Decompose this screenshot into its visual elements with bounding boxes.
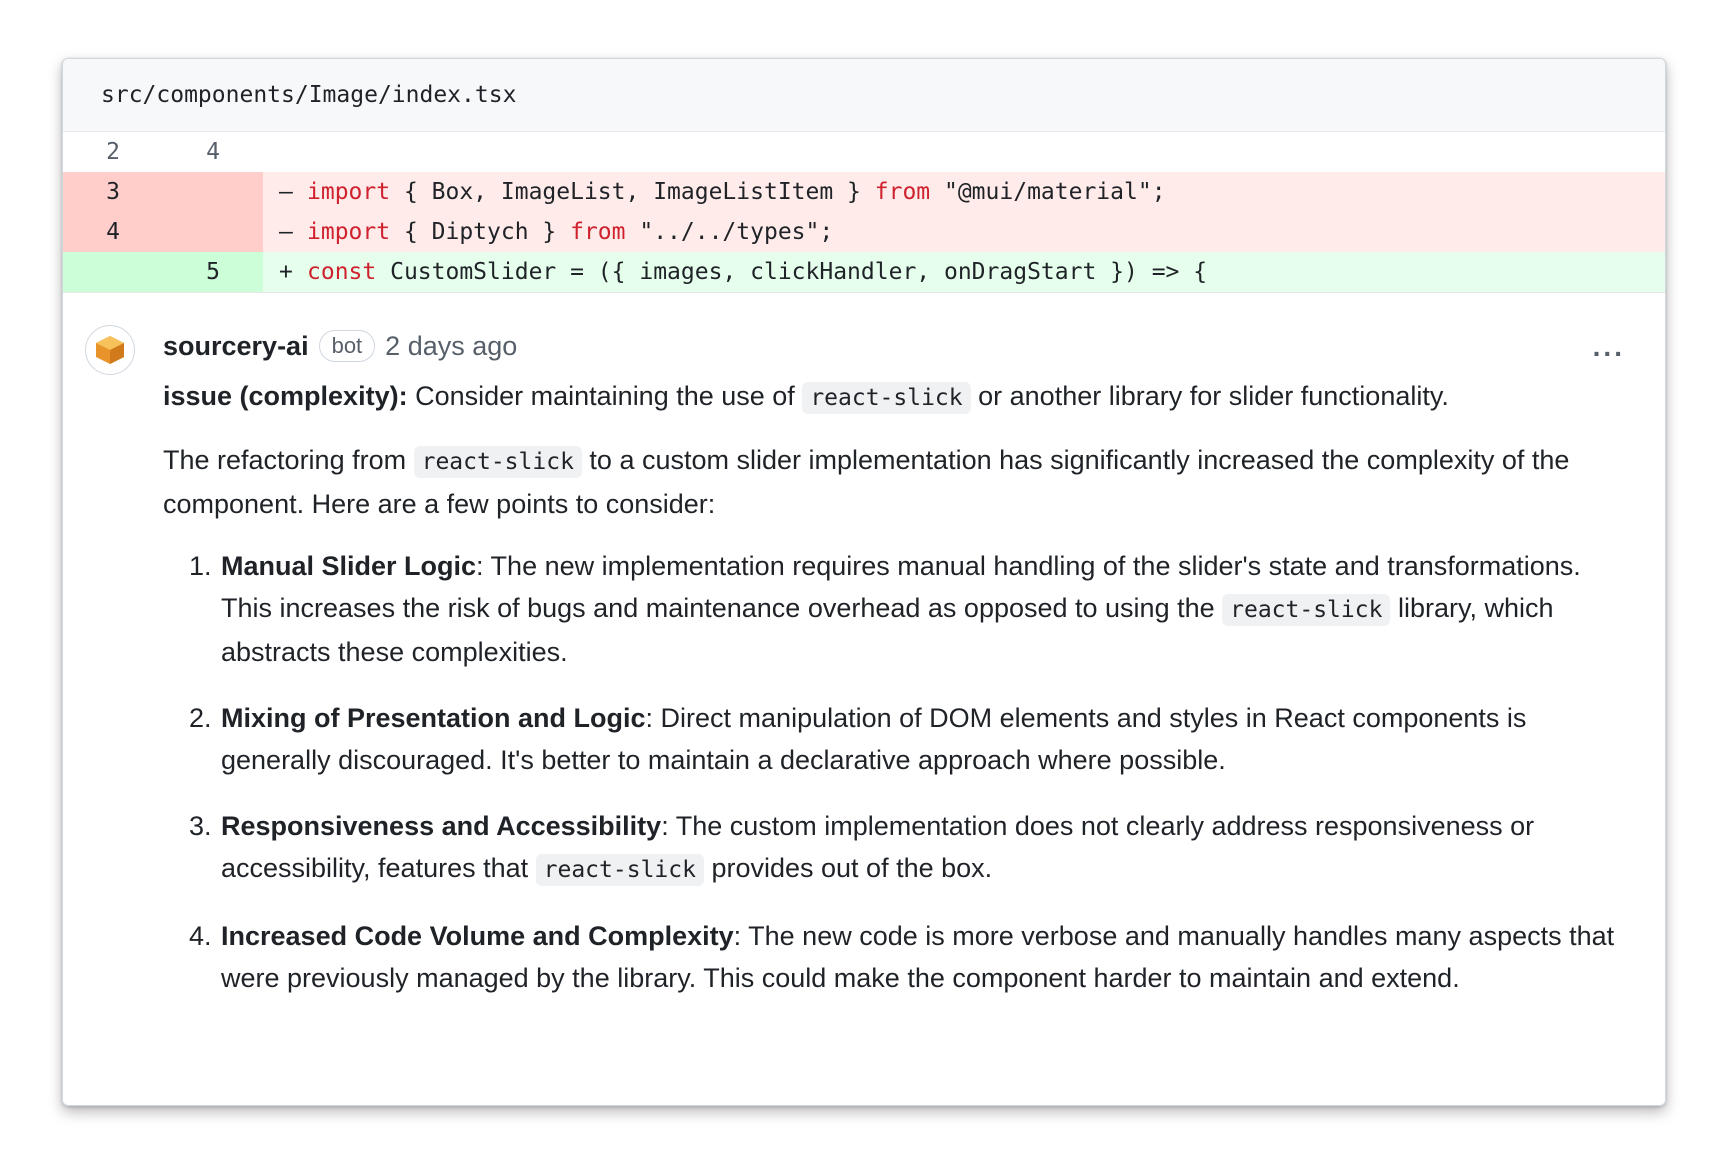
code-text: "../../types"; — [625, 219, 834, 245]
diff-marker: + — [279, 259, 293, 285]
points-list: Manual Slider Logic: The new implementat… — [163, 545, 1625, 999]
old-line-number[interactable]: 2 — [63, 139, 163, 165]
diff-code: + const CustomSlider = ({ images, clickHa… — [263, 252, 1665, 292]
list-item: Mixing of Presentation and Logic: Direct… — [219, 697, 1625, 781]
bot-badge: bot — [318, 330, 376, 362]
more-options-button[interactable]: ... — [1593, 331, 1625, 363]
new-line-number[interactable]: 4 — [163, 139, 263, 165]
keyword: import — [307, 179, 391, 205]
old-line-number[interactable]: 3 — [63, 172, 163, 212]
text: provides out of the box. — [703, 853, 993, 883]
code-text: { Box, ImageList, ImageListItem } — [390, 179, 875, 205]
diff-code — [263, 132, 1665, 172]
code-text: { Diptych } — [390, 219, 571, 245]
diff-hunk: 2 4 3 – import { Box, ImageList, ImageLis… — [63, 132, 1665, 292]
diff-code: – import { Box, ImageList, ImageListItem … — [263, 172, 1665, 212]
diff-marker: – — [279, 219, 293, 245]
diff-code: – import { Diptych } from "../../types"; — [263, 212, 1665, 252]
list-item: Manual Slider Logic: The new implementat… — [219, 545, 1625, 673]
issue-line: issue (complexity): Consider maintaining… — [163, 375, 1625, 419]
issue-label: issue (complexity): — [163, 381, 408, 411]
list-item: Increased Code Volume and Complexity: Th… — [219, 915, 1625, 999]
file-path[interactable]: src/components/Image/index.tsx — [101, 82, 516, 108]
inline-code: react-slick — [535, 854, 704, 886]
inline-code: react-slick — [1222, 594, 1391, 626]
diff-context-row: 2 4 — [63, 132, 1665, 172]
point-title: Responsiveness and Accessibility — [221, 811, 662, 841]
inline-code: react-slick — [413, 446, 582, 478]
keyword: from — [874, 179, 931, 205]
keyword: from — [570, 219, 626, 245]
diff-deleted-row: 3 – import { Box, ImageList, ImageListIte… — [63, 172, 1665, 212]
old-line-number[interactable] — [63, 252, 163, 292]
file-path-header[interactable]: src/components/Image/index.tsx — [63, 59, 1665, 132]
list-item: Responsiveness and Accessibility: The cu… — [219, 805, 1625, 891]
new-line-number[interactable] — [163, 172, 263, 212]
new-line-number[interactable] — [163, 212, 263, 252]
old-line-number[interactable]: 4 — [63, 212, 163, 252]
comment-header: sourcery-ai bot 2 days ago — [163, 323, 1625, 369]
keyword: import — [307, 219, 391, 245]
inline-code: react-slick — [802, 382, 971, 414]
comment: sourcery-ai bot 2 days ago ... issue (co… — [63, 292, 1665, 999]
point-title: Mixing of Presentation and Logic — [221, 703, 646, 733]
code-text: CustomSlider = ({ images, clickHandler, … — [376, 259, 1208, 285]
point-title: Manual Slider Logic — [221, 551, 477, 581]
new-line-number[interactable]: 5 — [163, 252, 263, 292]
diff-added-row: 5 + const CustomSlider = ({ images, click… — [63, 252, 1665, 292]
text: or another library for slider functional… — [970, 381, 1449, 411]
author-name[interactable]: sourcery-ai — [163, 331, 309, 362]
point-title: Increased Code Volume and Complexity — [221, 921, 734, 951]
intro-paragraph: The refactoring from react-slick to a cu… — [163, 439, 1625, 525]
sourcery-logo-icon — [96, 336, 124, 364]
avatar[interactable] — [85, 325, 135, 375]
keyword: const — [307, 259, 377, 285]
text: Consider maintaining the use of — [407, 381, 803, 411]
comment-body: issue (complexity): Consider maintaining… — [163, 375, 1625, 999]
text: The refactoring from — [163, 445, 414, 475]
diff-deleted-row: 4 – import { Diptych } from "../../types"… — [63, 212, 1665, 252]
diff-marker: – — [279, 179, 293, 205]
review-comment-card: src/components/Image/index.tsx 2 4 3 – im… — [62, 58, 1666, 1106]
code-text: "@mui/material"; — [930, 179, 1166, 205]
timestamp[interactable]: 2 days ago — [385, 331, 517, 362]
